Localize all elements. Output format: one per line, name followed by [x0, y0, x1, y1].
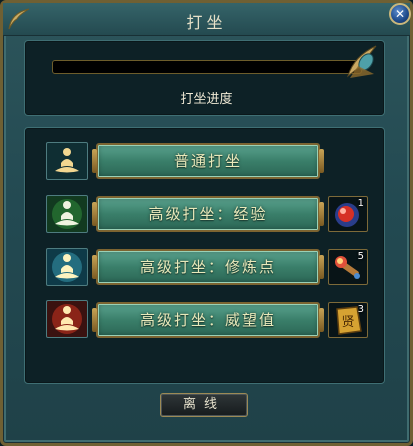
progress-ornament-icon: [347, 45, 377, 78]
window-title: 打坐: [186, 13, 227, 32]
close-icon: ✕: [394, 7, 406, 21]
meditation-experience-icon: [46, 195, 88, 233]
meditation-basic-icon: [46, 142, 88, 180]
cultivation-item-slot[interactable]: 5: [328, 249, 368, 285]
item-count: 3: [357, 304, 364, 315]
close-button[interactable]: ✕: [389, 3, 411, 25]
meditation-prestige-icon: [46, 300, 88, 338]
item-count: 1: [357, 198, 364, 209]
title-bar[interactable]: 打坐 ✕: [3, 3, 411, 36]
basic-meditation-button[interactable]: 普通打坐: [92, 143, 324, 179]
logout-button[interactable]: 离线: [160, 393, 248, 417]
cultivation-meditation-button[interactable]: 高级打坐：修炼点: [92, 249, 324, 285]
meditation-cultivation-icon: [46, 248, 88, 286]
experience-item-slot[interactable]: 1: [328, 196, 368, 232]
meditation-progress-bar: [52, 60, 362, 74]
prestige-item-slot[interactable]: 贤 3: [328, 302, 368, 338]
item-count: 5: [357, 251, 364, 262]
prestige-meditation-button[interactable]: 高级打坐：威望值: [92, 302, 324, 338]
prestige-token-glyph: 贤: [341, 315, 354, 330]
experience-meditation-button[interactable]: 高级打坐：经验: [92, 196, 324, 232]
progress-label: 打坐进度: [180, 92, 233, 107]
